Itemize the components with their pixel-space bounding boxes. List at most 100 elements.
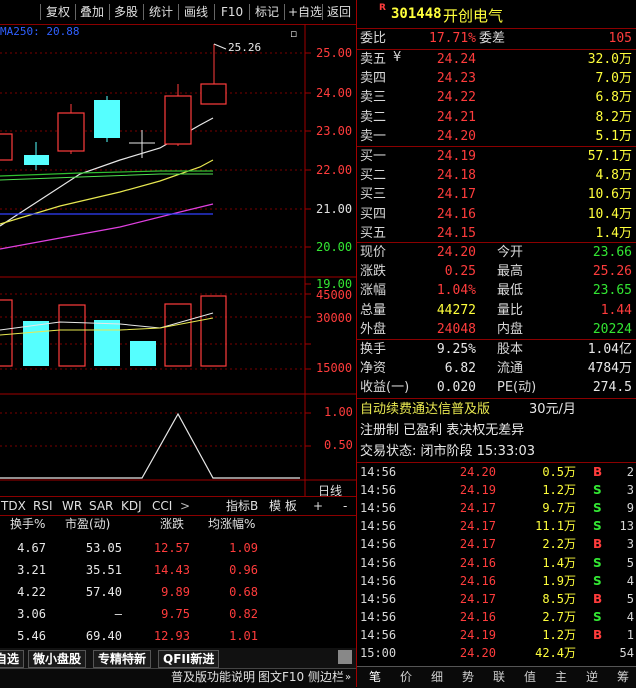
tick-price: 24.19 — [459, 483, 496, 498]
table-row[interactable]: 3.21 35.51 14.43 0.96 — [0, 559, 356, 581]
fundamental-value: 9.25% — [436, 342, 476, 357]
zoom-out-button[interactable]: - — [343, 498, 347, 514]
tick-row[interactable]: 14:56 24.17 8.5万 B 5 — [357, 590, 636, 608]
table-cell: 0.68 — [229, 585, 258, 599]
back-button[interactable]: 返回 — [323, 3, 355, 21]
tick-row[interactable]: 14:56 24.16 1.4万 S 5 — [357, 554, 636, 572]
sidebar-arrow-icon[interactable]: » — [345, 669, 351, 686]
tick-count: 9 — [626, 501, 634, 516]
indicator-b-tab[interactable]: 指标B — [226, 498, 258, 514]
add-watchlist-button[interactable]: +自选 — [284, 3, 326, 21]
mark-button[interactable]: 标记 — [251, 3, 283, 21]
col-header-change[interactable]: 涨跌 — [160, 515, 184, 533]
feature-help-link[interactable]: 普及版功能说明 — [171, 669, 255, 686]
tick-volume: 2.2万 — [542, 537, 576, 552]
col-header-pe[interactable]: 市盈(动) — [65, 515, 110, 533]
quote-value: 24.20 — [436, 245, 476, 260]
right-tab[interactable]: 价 — [396, 669, 416, 685]
tick-side: S — [593, 573, 602, 588]
right-tab[interactable]: 联 — [489, 669, 509, 685]
right-tab[interactable]: 笔 — [365, 669, 385, 685]
bid-row[interactable]: 买二 24.18 4.8万 — [357, 166, 636, 185]
bid-row[interactable]: 买四 24.16 10.4万 — [357, 205, 636, 224]
trade-status-text: 交易状态: 闭市阶段 15:33:03 — [360, 444, 536, 459]
table-row[interactable]: 4.22 57.40 9.89 0.68 — [0, 581, 356, 603]
bid-row[interactable]: 买三 24.17 10.6万 — [357, 185, 636, 204]
ask-row[interactable]: 卖三 24.22 6.8万 — [357, 88, 636, 107]
rzrq-badge: R — [379, 3, 386, 13]
draw-line-button[interactable]: 画线 — [180, 3, 212, 21]
volume-axis-label: 15000 — [316, 361, 353, 375]
candle-4 — [94, 96, 120, 142]
tab-micro-cap[interactable]: 微小盘股 — [28, 650, 87, 668]
tab-more-icon[interactable]: > — [180, 498, 190, 514]
fundamental-value: 274.5 — [592, 380, 632, 396]
tick-time: 14:56 — [360, 537, 397, 552]
tick-count: 5 — [626, 555, 634, 570]
right-tab[interactable]: 逆 — [582, 669, 602, 685]
fundamental-label: 收益(一) — [360, 380, 410, 396]
indicator-axis-label: 0.50 — [324, 438, 353, 452]
ask-row[interactable]: 卖二 24.21 8.2万 — [357, 108, 636, 127]
tick-price: 24.20 — [459, 646, 496, 660]
quote-label: 内盘 — [497, 321, 524, 337]
template-tab[interactable]: 模 板 — [269, 498, 297, 514]
tab-watchlist[interactable]: 自选 — [0, 650, 25, 668]
tick-row[interactable]: 14:56 24.20 0.5万 B 2 — [357, 463, 636, 481]
tab-cci[interactable]: CCI — [152, 498, 172, 514]
quote-label: 最高 — [497, 264, 524, 280]
tick-row[interactable]: 14:56 24.16 1.9万 S 4 — [357, 572, 636, 590]
right-tab[interactable]: 值 — [520, 669, 540, 685]
quote-label: 现价 — [360, 245, 387, 260]
right-tab[interactable]: 筹 — [613, 669, 633, 685]
chart-collapse-icon[interactable]: ▫ — [290, 27, 297, 40]
multi-stock-button[interactable]: 多股 — [110, 3, 142, 21]
bid-row[interactable]: 买一 24.19 57.1万 — [357, 147, 636, 166]
tick-row[interactable]: 14:56 24.19 1.2万 S 3 — [357, 481, 636, 499]
kline-chart[interactable] — [0, 24, 356, 496]
tick-row[interactable]: 14:56 24.17 9.7万 S 9 — [357, 499, 636, 517]
ask-volume: 6.8万 — [595, 90, 632, 106]
promo-row[interactable]: 自动续费通达信普及版 30元/月 — [357, 400, 636, 420]
promo-price[interactable]: 30元/月 — [529, 400, 576, 420]
right-tab[interactable]: 主 — [551, 669, 571, 685]
tick-row[interactable]: 14:56 24.19 1.2万 B 1 — [357, 626, 636, 644]
tab-kdj[interactable]: KDJ — [121, 498, 142, 514]
promo-text[interactable]: 自动续费通达信普及版 — [360, 400, 490, 420]
tab-wr[interactable]: WR — [62, 498, 82, 514]
tab-qfii[interactable]: QFII新进 — [158, 650, 220, 668]
f10-button[interactable]: F10 — [217, 3, 247, 21]
f10-text-link[interactable]: 图文F10 — [258, 669, 304, 686]
ask-row[interactable]: 卖四 24.23 7.0万 — [357, 69, 636, 88]
sidebar-toggle[interactable]: 侧边栏 — [308, 669, 344, 686]
right-tab[interactable]: 细 — [427, 669, 447, 685]
ask-row[interactable]: 卖一 24.20 5.1万 — [357, 127, 636, 146]
fundamental-value: 4784万 — [587, 361, 632, 377]
bid-label: 买二 — [360, 168, 387, 184]
scroll-handle[interactable] — [338, 650, 352, 664]
zoom-in-button[interactable]: + — [313, 498, 323, 514]
col-header-turnover[interactable]: 换手% — [10, 515, 45, 533]
tab-rsi[interactable]: RSI — [33, 498, 53, 514]
restore-rights-button[interactable]: 复权 — [42, 3, 74, 21]
tick-price: 24.17 — [459, 501, 496, 516]
statistics-button[interactable]: 统计 — [145, 3, 177, 21]
table-row[interactable]: 5.46 69.40 12.93 1.01 — [0, 625, 356, 647]
col-header-avg-change[interactable]: 均涨幅% — [208, 515, 255, 533]
right-tab[interactable]: 势 — [458, 669, 478, 685]
ask-price: 24.20 — [436, 128, 476, 144]
tab-specialized[interactable]: 专精特新 — [93, 650, 152, 668]
bid-row[interactable]: 买五 24.15 1.4万 — [357, 224, 636, 243]
table-row[interactable]: 3.06–9.75 0.82 — [0, 603, 356, 625]
tick-row[interactable]: 14:56 24.17 2.2万 B 3 — [357, 535, 636, 553]
tab-sar[interactable]: SAR — [89, 498, 113, 514]
fundamental-label: PE(动) — [497, 380, 537, 396]
table-row[interactable]: 4.67 53.05 12.57 1.09 — [0, 537, 356, 559]
tab-tdx[interactable]: TDX — [1, 498, 26, 514]
fundamental-value: 0.020 — [436, 380, 476, 396]
tick-row[interactable]: 14:56 24.16 2.7万 S 4 — [357, 608, 636, 626]
tick-row[interactable]: 14:56 24.17 11.1万 S 13 — [357, 517, 636, 535]
tick-side: B — [593, 465, 603, 479]
tick-row[interactable]: 15:00 24.20 42.4万 54 — [357, 644, 636, 662]
overlay-button[interactable]: 叠加 — [76, 3, 108, 21]
